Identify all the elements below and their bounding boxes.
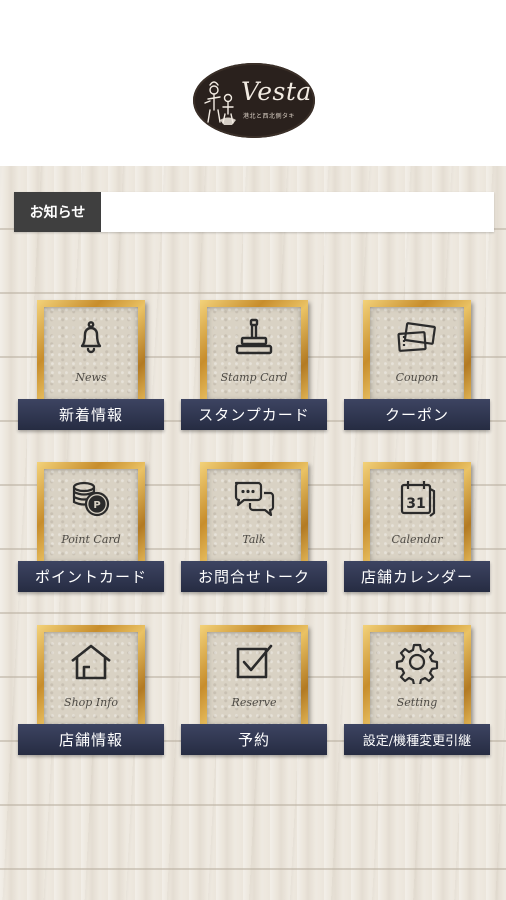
- house-icon: [71, 644, 111, 680]
- svg-text:P: P: [93, 500, 100, 511]
- talk-frame: Talk: [200, 462, 308, 570]
- reserve-frame: Reserve: [200, 625, 308, 733]
- gear-icon: [395, 643, 439, 684]
- point-card-script: Point Card: [61, 533, 121, 546]
- setting-label: 設定/機種変更引継: [344, 724, 490, 755]
- point-card-frame: P Point Card: [37, 462, 145, 570]
- menu-talk[interactable]: Talk お問合せトーク: [181, 462, 347, 600]
- bell-icon: [80, 321, 102, 354]
- coins-icon: P: [72, 481, 110, 517]
- menu-coupon[interactable]: Coupon クーポン: [344, 300, 506, 438]
- talk-label: お問合せトーク: [181, 561, 327, 592]
- stamp-icon: [235, 318, 273, 355]
- menu-calendar[interactable]: 31 Calendar 店舗カレンダー: [344, 462, 506, 600]
- brand-tagline: 港北と西北側タキ: [243, 113, 296, 120]
- point-card-label: ポイントカード: [18, 561, 164, 592]
- calendar-script: Calendar: [391, 533, 443, 546]
- reserve-label: 予約: [181, 724, 327, 755]
- setting-frame: Setting: [363, 625, 471, 733]
- stamp-card-script: Stamp Card: [220, 371, 288, 384]
- coupon-label: クーポン: [344, 399, 490, 430]
- news-frame: News: [37, 300, 145, 408]
- stamp-card-label: スタンプカード: [181, 399, 327, 430]
- news-script: News: [75, 371, 107, 384]
- coupon-icon: [397, 322, 436, 352]
- notice-bar[interactable]: お知らせ: [14, 192, 494, 232]
- menu-stamp-card[interactable]: Stamp Card スタンプカード: [181, 300, 347, 438]
- menu-shop-info[interactable]: Shop Info 店舗情報: [18, 625, 184, 763]
- checkbox-icon: [236, 644, 273, 679]
- talk-script: Talk: [242, 533, 266, 546]
- menu-point-card[interactable]: P Point Card ポイントカード: [18, 462, 184, 600]
- calendar-label: 店舗カレンダー: [344, 561, 490, 592]
- stamp-card-frame: Stamp Card: [200, 300, 308, 408]
- vesta-logo: Vesta 港北と西北側タキ: [193, 63, 315, 138]
- notice-label: お知らせ: [14, 192, 101, 232]
- reserve-script: Reserve: [231, 696, 277, 709]
- menu-reserve[interactable]: Reserve 予約: [181, 625, 347, 763]
- calendar-icon: 31: [400, 481, 436, 517]
- news-label: 新着情報: [18, 399, 164, 430]
- chat-icon: [234, 481, 275, 517]
- setting-script: Setting: [396, 696, 438, 709]
- coupon-script: Coupon: [395, 371, 439, 384]
- app-header: Vesta 港北と西北側タキ: [0, 0, 506, 166]
- menu-setting[interactable]: Setting 設定/機種変更引継: [344, 625, 506, 763]
- menu-news[interactable]: News 新着情報: [18, 300, 184, 438]
- shop-info-script: Shop Info: [64, 696, 118, 709]
- brand-name: Vesta: [241, 77, 312, 106]
- calendar-day: 31: [406, 496, 425, 512]
- calendar-frame: 31 Calendar: [363, 462, 471, 570]
- shop-info-frame: Shop Info: [37, 625, 145, 733]
- shop-info-label: 店舗情報: [18, 724, 164, 755]
- coupon-frame: Coupon: [363, 300, 471, 408]
